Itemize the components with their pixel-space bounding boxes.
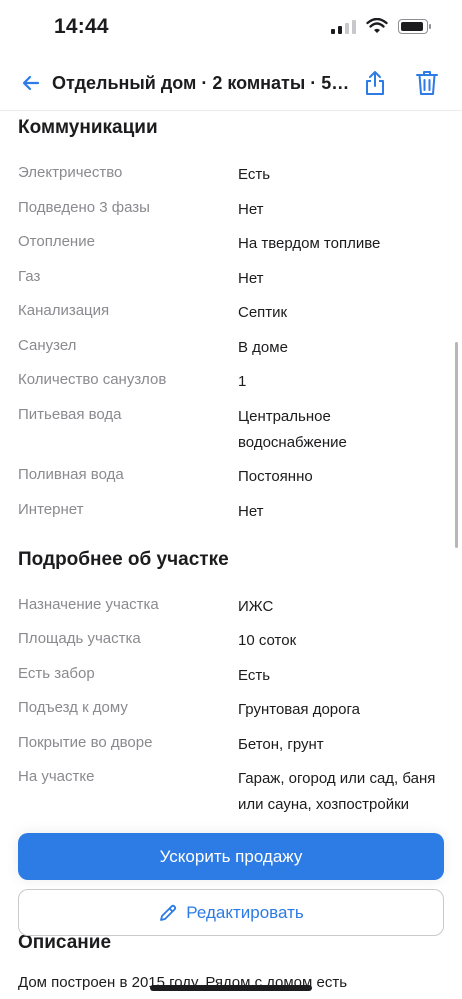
param-value-line: или сауна, хозпостройки: [238, 796, 410, 813]
param-value: Нет: [238, 503, 264, 520]
param-value: 10 соток: [238, 632, 297, 649]
edit-label: Редактировать: [186, 902, 304, 922]
param-label: Покрытие во дворе: [18, 734, 153, 751]
param-label: Отопление: [18, 233, 95, 250]
page-title: Отдельный дом · 2 комнаты · 56 м...: [52, 73, 354, 93]
param-label: Назначение участка: [18, 596, 159, 613]
param-value: Септик: [238, 304, 288, 321]
home-indicator[interactable]: [150, 985, 312, 991]
status-time: 14:44: [54, 15, 109, 38]
param-value: Нет: [238, 201, 264, 218]
battery-icon: [398, 18, 431, 34]
param-label: Есть забор: [18, 665, 95, 682]
param-label: Канализация: [18, 302, 110, 319]
param-value: ИЖС: [238, 598, 274, 615]
param-label: Санузел: [18, 337, 77, 354]
param-value: Нет: [238, 270, 264, 287]
param-label: Питьевая вода: [18, 406, 122, 423]
pencil-icon: [160, 904, 177, 921]
param-value: 1: [238, 373, 247, 390]
param-value-line: Гараж, огород или сад, баня: [238, 770, 436, 787]
param-label: На участке: [18, 768, 95, 785]
trash-icon[interactable]: [414, 69, 440, 97]
param-label: Количество санузлов: [18, 371, 167, 388]
param-value: Бетон, грунт: [238, 736, 324, 753]
param-label: Площадь участка: [18, 630, 141, 647]
param-label: Газ: [18, 268, 41, 285]
param-value: Грунтовая дорога: [238, 701, 360, 718]
param-label: Подведено 3 фазы: [18, 199, 150, 216]
boost-sale-button[interactable]: Ускорить продажу: [18, 833, 444, 880]
scrollbar[interactable]: [455, 342, 458, 548]
top-app-bar: Отдельный дом · 2 комнаты · 56 м...: [0, 56, 462, 111]
param-value: Центральное водоснабжение: [238, 404, 448, 456]
param-label: Электричество: [18, 164, 123, 181]
param-value: Гараж, огород или сад, баня или сауна, х…: [238, 766, 448, 818]
status-icons: [331, 18, 431, 34]
param-value: Постоянно: [238, 468, 313, 485]
param-label: Интернет: [18, 501, 84, 518]
param-value: Есть: [238, 667, 271, 684]
param-value-line: водоснабжение: [238, 434, 347, 451]
boost-sale-label: Ускорить продажу: [159, 846, 303, 866]
share-icon[interactable]: [362, 69, 388, 97]
param-value: На твердом топливе: [238, 235, 381, 252]
param-value: В доме: [238, 339, 288, 356]
status-bar: 14:44: [0, 0, 462, 56]
section-title-plot: Подробнее об участке: [18, 549, 229, 570]
param-value: Есть: [238, 166, 271, 183]
param-label: Подъезд к дому: [18, 699, 128, 716]
wifi-icon: [366, 18, 388, 33]
back-arrow-icon[interactable]: [18, 70, 44, 96]
edit-button[interactable]: Редактировать: [18, 889, 444, 936]
cellular-signal-icon: [331, 18, 356, 34]
param-label: Поливная вода: [18, 466, 124, 483]
section-title-communications: Коммуникации: [18, 117, 158, 138]
param-value-line: Центральное: [238, 408, 331, 425]
